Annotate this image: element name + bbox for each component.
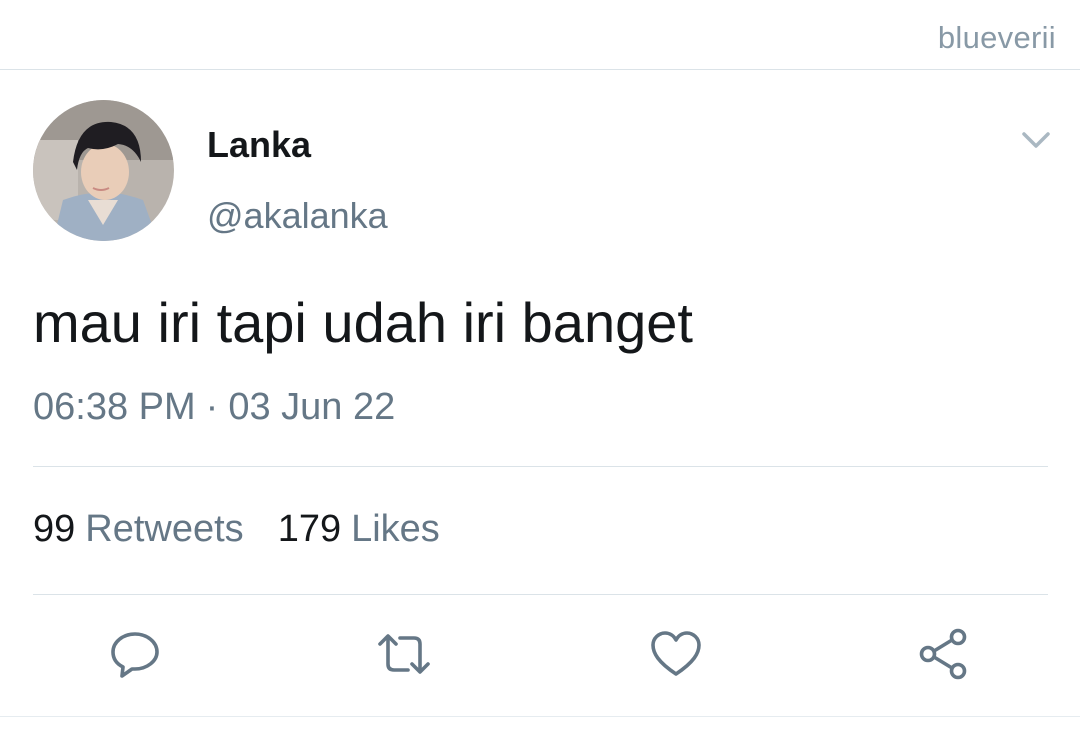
likes-stat[interactable]: 179 Likes	[278, 508, 440, 550]
watermark-username: blueverii	[937, 20, 1056, 55]
share-button[interactable]	[916, 626, 972, 682]
tweet-timestamp[interactable]: 06:38 PM · 03 Jun 22	[33, 386, 395, 429]
chevron-down-icon[interactable]	[1018, 128, 1054, 152]
like-button[interactable]	[648, 626, 704, 682]
retweets-stat[interactable]: 99 Retweets	[33, 508, 244, 550]
tweet-text: mau iri tapi udah iri banget	[33, 291, 693, 354]
top-bar: blueverii	[0, 0, 1080, 70]
tweet-time: 06:38 PM	[33, 386, 196, 428]
avatar[interactable]	[33, 100, 174, 241]
divider	[33, 594, 1048, 595]
bottom-divider	[0, 716, 1080, 717]
likes-label: Likes	[351, 508, 440, 550]
retweet-button[interactable]	[376, 626, 432, 682]
retweets-label: Retweets	[85, 508, 244, 550]
retweet-icon	[378, 634, 430, 674]
reply-button[interactable]	[107, 626, 163, 682]
tweet-date: 03 Jun 22	[228, 386, 396, 428]
share-icon	[919, 628, 967, 680]
retweets-count: 99	[33, 508, 76, 550]
meta-separator: ·	[205, 386, 219, 428]
tweet-stats: 99 Retweets 179 Likes	[33, 508, 440, 551]
user-handle[interactable]: @akalanka	[207, 195, 388, 237]
display-name[interactable]: Lanka	[207, 124, 311, 166]
heart-icon	[651, 631, 701, 676]
avatar-photo	[33, 100, 174, 241]
divider	[33, 466, 1048, 467]
likes-count: 179	[277, 508, 342, 550]
comment-icon	[111, 632, 159, 678]
